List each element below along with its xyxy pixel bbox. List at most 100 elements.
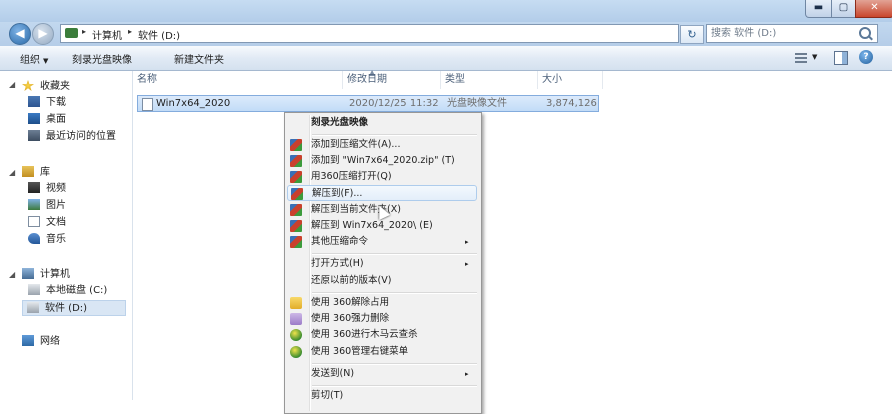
nav-drive-d[interactable]: 软件 (D:) [22,300,126,316]
menu-restore-previous-versions[interactable]: 还原以前的版本(V) [287,273,477,289]
nav-downloads[interactable]: 下载 [28,95,66,111]
file-modified: 2020/12/25 11:32 [349,98,439,109]
column-type[interactable]: 类型 [441,71,538,89]
nav-libraries[interactable]: 库 [22,165,50,181]
back-button[interactable]: ◀ [9,23,31,45]
column-size[interactable]: 大小 [538,71,603,89]
pictures-icon [28,199,40,210]
menu-cut[interactable]: 剪切(T) [287,388,477,404]
search-box[interactable] [706,24,878,43]
nav-desktop[interactable]: 桌面 [28,112,66,128]
menu-separator [312,292,477,294]
menu-360-manage-context-menu[interactable]: 使用 360管理右键菜单 [287,344,477,360]
menu-360-unlock[interactable]: 使用 360解除占用 [287,295,477,311]
winrar-icon [290,220,302,232]
menu-extract-to[interactable]: 解压到(F)... [287,185,477,201]
hard-drive-icon [28,284,40,295]
nav-favorites[interactable]: 收藏夹 [22,79,70,95]
libraries-icon [22,166,34,177]
network-icon [22,335,34,346]
menu-separator [312,363,477,365]
downloads-icon [28,96,40,107]
address-row: ◀ ▶ ▸ 计算机 ▸ 软件 (D:) ▼ ↻ [0,22,892,46]
breadcrumb-separator[interactable]: ▸ [82,27,86,36]
360-security-icon [290,329,302,341]
nav-videos[interactable]: 视频 [28,181,66,197]
menu-open-with[interactable]: 打开方式(H) ▸ [287,256,477,272]
file-size: 3,874,126 [546,98,597,109]
hard-drive-icon [27,302,39,313]
menu-separator [312,385,477,387]
expand-chevron-icon[interactable]: ◢ [9,80,15,89]
minimize-button[interactable]: ▬ [805,0,832,18]
nav-documents[interactable]: 文档 [28,215,66,231]
winrar-icon [290,236,302,248]
file-row[interactable]: Win7x64_2020 2020/12/25 11:32 光盘映像文件 3,8… [137,95,599,112]
360-shred-icon [290,313,302,325]
expand-chevron-icon[interactable]: ◢ [9,270,15,279]
menu-360-force-delete[interactable]: 使用 360强力删除 [287,311,477,327]
menu-separator [312,253,477,255]
refresh-button[interactable]: ↻ [680,25,704,44]
menu-other-compress-commands[interactable]: 其他压缩命令 ▸ [287,234,477,250]
nav-drive-c[interactable]: 本地磁盘 (C:) [28,283,107,299]
winrar-icon [291,188,303,200]
nav-computer[interactable]: 计算机 [22,267,70,283]
winrar-icon [290,204,302,216]
videos-icon [28,182,40,193]
computer-icon [65,28,78,38]
column-headers: 名称 ▲ 修改日期 类型 大小 [133,68,603,89]
menu-add-to-zip[interactable]: 添加到 "Win7x64_2020.zip" (T) [287,153,477,169]
recent-places-icon [28,130,40,141]
maximize-button[interactable]: ▢ [831,0,856,18]
close-button[interactable]: ✕ [855,0,892,18]
menu-send-to[interactable]: 发送到(N) ▸ [287,366,477,382]
forward-button[interactable]: ▶ [32,23,54,45]
nav-network[interactable]: 网络 [22,334,60,350]
menu-add-to-archive[interactable]: 添加到压缩文件(A)... [287,137,477,153]
column-name[interactable]: 名称 [133,71,343,89]
search-input[interactable] [711,26,851,40]
menu-extract-to-folder[interactable]: 解压到 Win7x64_2020\ (E) [287,218,477,234]
help-icon[interactable]: ? [859,50,873,64]
breadcrumb-separator[interactable]: ▸ [128,27,132,36]
menu-360-trojan-scan[interactable]: 使用 360进行木马云查杀 [287,327,477,343]
nav-recent[interactable]: 最近访问的位置 [28,129,116,145]
context-menu: 刻录光盘映像 添加到压缩文件(A)... 添加到 "Win7x64_2020.z… [284,112,482,414]
views-icon[interactable] [795,53,807,63]
command-bar: 组织 ▼ 刻录光盘映像 新建文件夹 ▼ ? [0,46,892,71]
documents-icon [28,216,40,227]
winrar-icon [290,139,302,151]
winrar-icon [290,171,302,183]
burn-disc-image-button[interactable]: 刻录光盘映像 [72,51,132,66]
search-icon[interactable] [859,27,871,39]
desktop-icon [28,113,40,124]
column-modified[interactable]: 修改日期 [343,71,441,89]
menu-burn-disc-image[interactable]: 刻录光盘映像 [287,115,477,131]
nav-music[interactable]: 音乐 [28,232,66,248]
star-icon [22,80,34,91]
submenu-arrow-icon: ▸ [465,238,469,246]
file-type: 光盘映像文件 [447,98,507,109]
menu-open-with-360zip[interactable]: 用360压缩打开(Q) [287,169,477,185]
new-folder-button[interactable]: 新建文件夹 [174,51,224,66]
menu-separator [312,134,477,136]
breadcrumb-computer[interactable]: 计算机 [92,27,122,42]
navigation-pane: ◢ 收藏夹 下载 桌面 最近访问的位置 ◢ 库 视频 图片 文档 音乐 ◢ 计算… [0,71,133,400]
address-bar[interactable]: ▸ 计算机 ▸ 软件 (D:) ▼ [60,24,734,43]
disc-image-icon [142,98,153,111]
title-bar: ▬ ▢ ✕ [0,0,892,22]
submenu-arrow-icon: ▸ [465,370,469,378]
360-unlock-icon [290,297,302,309]
expand-chevron-icon[interactable]: ◢ [9,168,15,177]
computer-icon [22,268,34,279]
preview-pane-icon[interactable] [834,51,848,65]
file-name[interactable]: Win7x64_2020 [156,96,230,111]
breadcrumb-drive-d[interactable]: 软件 (D:) [138,27,180,42]
submenu-arrow-icon: ▸ [465,260,469,268]
music-icon [28,233,40,244]
winrar-icon [290,155,302,167]
organize-button[interactable]: 组织 ▼ [20,51,48,66]
nav-pictures[interactable]: 图片 [28,198,66,214]
views-dropdown-icon[interactable]: ▼ [812,53,817,61]
